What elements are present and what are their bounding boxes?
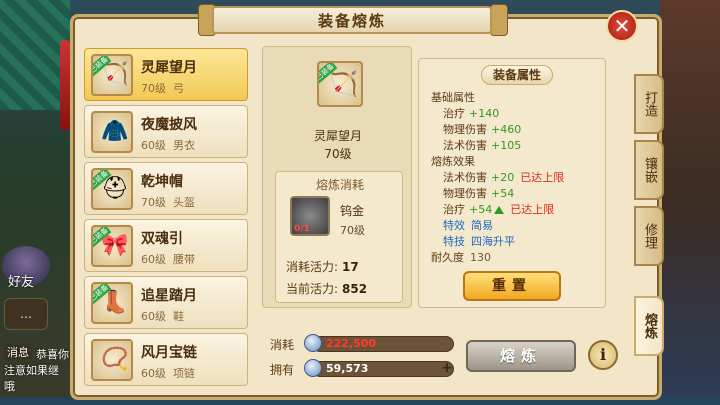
- cost-label: 消耗: [270, 338, 295, 352]
- refine-cost-title: 熔炼消耗: [315, 178, 364, 192]
- ore-icon[interactable]: 0/1: [290, 196, 330, 236]
- tab-repair[interactable]: 修理: [634, 206, 664, 266]
- background-scenery-right: [660, 0, 720, 405]
- cloak-icon: 🧥: [91, 111, 133, 153]
- message-tab[interactable]: 消息: [4, 344, 32, 360]
- equipment-item-2[interactable]: ⛑ 已装备 乾坤帽 70级 头盔: [84, 162, 248, 215]
- equipment-meta: 60级 鞋: [141, 310, 184, 323]
- material-level: 70级: [340, 224, 365, 237]
- refine-attr-row: 法术伤害 +20 已达上限: [443, 171, 565, 184]
- base-attr-row: 法术伤害 +105: [443, 139, 522, 152]
- lantern-decoration: [60, 40, 70, 130]
- friend-button[interactable]: 好友: [2, 246, 50, 290]
- attributes-panel: 装备属性 基础属性 治疗 +140 物理伤害 +460 法术伤害 +105 熔炼效果 …: [418, 58, 606, 308]
- refine-cost-box: 熔炼消耗 0/1 钨金 70级 消耗活力: 17 当前活力: 852: [275, 171, 403, 303]
- equipment-name: 灵犀望月: [141, 60, 197, 76]
- cost-value: 222,500: [326, 337, 377, 350]
- bow-icon: 🏹 已装备: [91, 54, 133, 96]
- energy-current: 当前活力: 852: [286, 282, 368, 296]
- material-count: 0/1: [294, 224, 310, 234]
- add-currency-button[interactable]: +: [440, 361, 454, 376]
- own-label: 拥有: [270, 363, 295, 377]
- base-attr-row: 物理伤害 +460: [443, 123, 522, 136]
- attributes-title: 装备属性: [481, 65, 553, 85]
- equipment-list: 🏹 已装备 灵犀望月 70级 弓 🧥 夜魔披风 60级 男衣 ⛑ 已装备 乾坤帽 7…: [84, 46, 250, 396]
- refine-button[interactable]: 熔炼: [466, 340, 576, 372]
- equipment-name: 乾坤帽: [141, 174, 183, 190]
- tab-refine[interactable]: 熔炼: [634, 296, 664, 356]
- equipment-name: 夜魔披风: [141, 117, 197, 133]
- tab-inlay[interactable]: 镶嵌: [634, 140, 664, 200]
- equipment-name: 风月宝链: [141, 345, 197, 361]
- selected-equipment-name: 灵犀望月: [313, 129, 362, 143]
- equipment-meta: 60级 男衣: [141, 139, 195, 152]
- boots-icon: 👢 已装备: [91, 282, 133, 324]
- durability-row: 耐久度 130: [431, 251, 491, 264]
- equipment-meta: 60级 项链: [141, 367, 195, 380]
- silver-coin-icon: [304, 359, 322, 377]
- chat-line-1: 恭喜你: [36, 348, 69, 361]
- equipment-meta: 70级 弓: [141, 82, 184, 95]
- equipment-meta: 60级 腰带: [141, 253, 195, 266]
- energy-cost: 消耗活力: 17: [286, 260, 359, 274]
- effect-row: 特效 简易: [443, 219, 493, 232]
- own-value: 59,573: [326, 362, 369, 375]
- equipment-item-0[interactable]: 🏹 已装备 灵犀望月 70级 弓: [84, 48, 248, 101]
- reset-button[interactable]: 重置: [463, 271, 561, 301]
- necklace-icon: 📿: [91, 339, 133, 381]
- refine-attr-row: 物理伤害 +54: [443, 187, 515, 200]
- friend-label: 好友: [8, 275, 35, 290]
- title-cap-right: [490, 4, 508, 36]
- base-heading: 基础属性: [431, 91, 475, 104]
- chat-bubble-icon[interactable]: …: [4, 298, 48, 330]
- equipment-name: 追星踏月: [141, 288, 197, 304]
- refine-attr-row: 治疗 +54 已达上限: [443, 203, 555, 216]
- window-title-bar: 装备熔炼: [212, 6, 492, 34]
- tab-forge[interactable]: 打造: [634, 74, 664, 134]
- chat-line-2: 注意如果继: [4, 364, 59, 377]
- skill-row: 特技 四海升平: [443, 235, 515, 248]
- equipment-item-5[interactable]: 📿 风月宝链 60级 项链: [84, 333, 248, 386]
- equipment-meta: 70级 头盔: [141, 196, 195, 209]
- equipment-name: 双魂引: [141, 231, 183, 247]
- base-attr-row: 治疗 +140: [443, 107, 500, 120]
- selected-bow-icon: 🏹 已装备: [317, 61, 363, 107]
- info-icon[interactable]: i: [588, 340, 618, 370]
- selected-equipment-panel: 🏹 已装备 灵犀望月 70级 熔炼消耗 0/1 钨金 70级 消耗活力: 17 当前…: [262, 46, 412, 308]
- close-icon[interactable]: ✕: [606, 10, 638, 42]
- belt-icon: 🎀 已装备: [91, 225, 133, 267]
- equipment-item-1[interactable]: 🧥 夜魔披风 60级 男衣: [84, 105, 248, 158]
- equipment-item-3[interactable]: 🎀 已装备 双魂引 60级 腰带: [84, 219, 248, 272]
- up-arrow-icon: [494, 206, 505, 214]
- chat-line-3: 哦: [4, 380, 15, 393]
- material-name: 钨金: [340, 204, 365, 218]
- equipment-item-4[interactable]: 👢 已装备 追星踏月 60级 鞋: [84, 276, 248, 329]
- window-title: 装备熔炼: [317, 11, 386, 30]
- silver-coin-icon: [304, 334, 322, 352]
- helmet-icon: ⛑ 已装备: [91, 168, 133, 210]
- refine-heading: 熔炼效果: [431, 155, 475, 168]
- selected-equipment-level: 70级: [324, 147, 352, 161]
